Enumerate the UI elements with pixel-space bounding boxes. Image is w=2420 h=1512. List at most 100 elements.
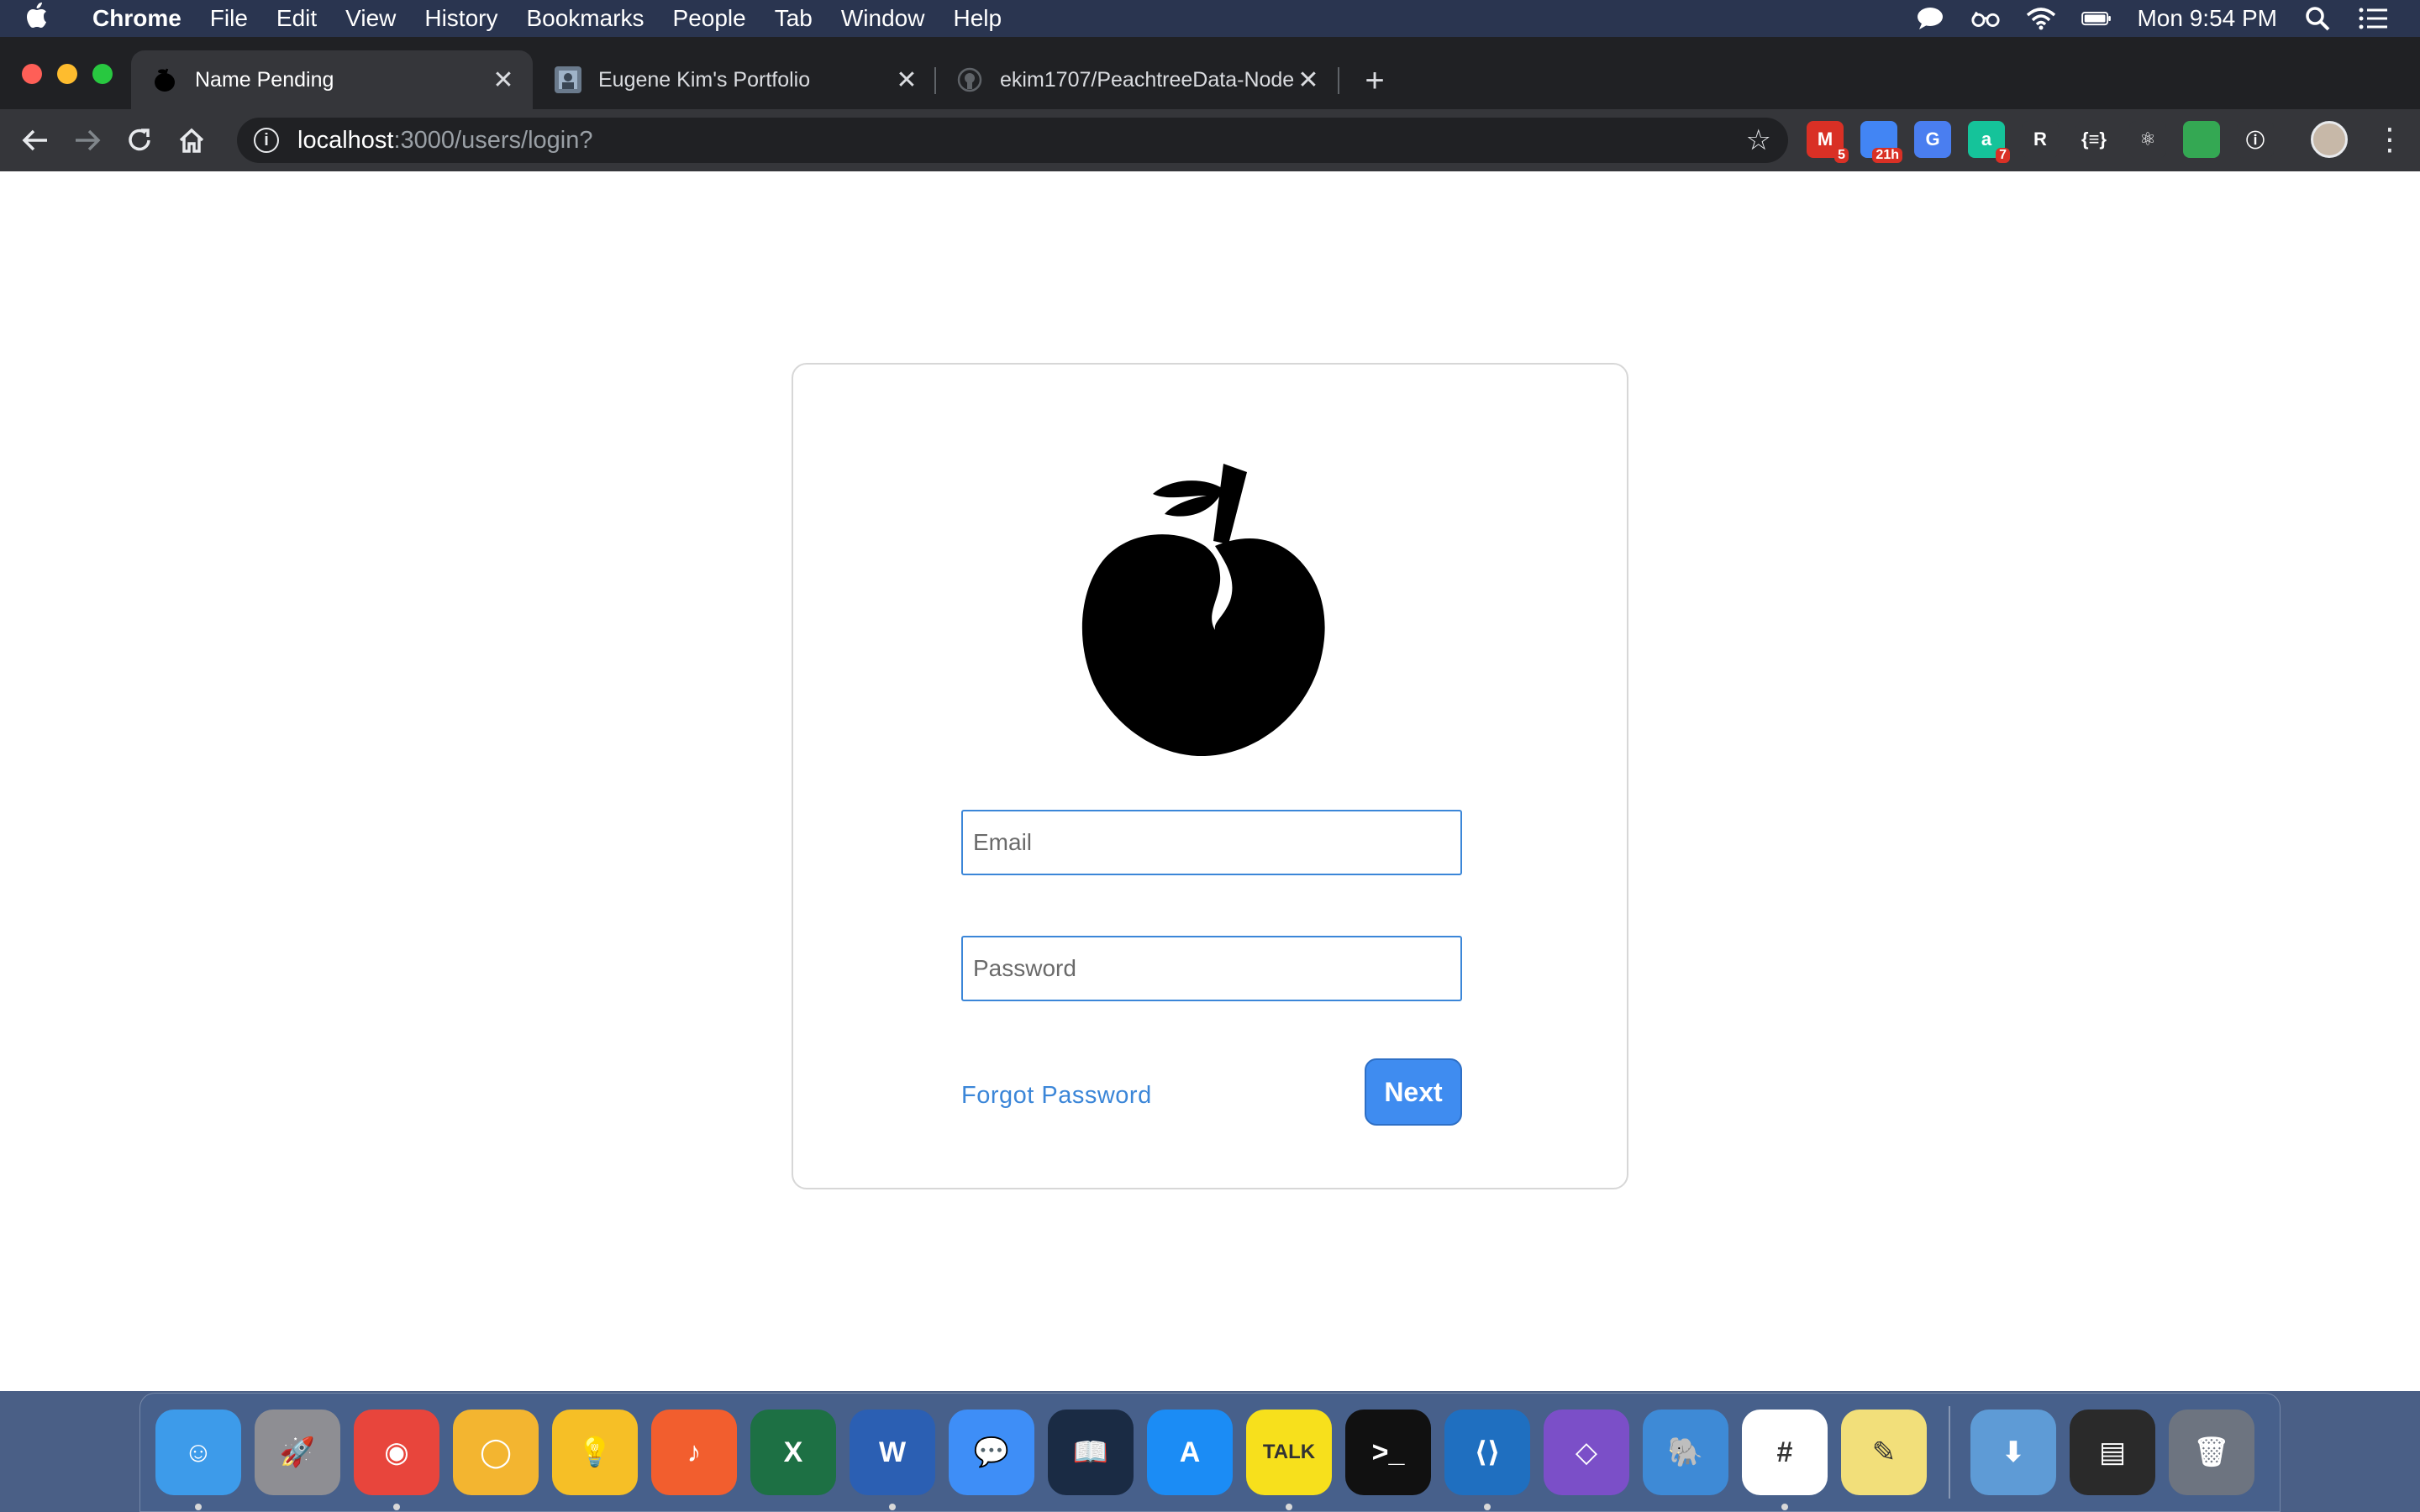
profile-avatar[interactable] xyxy=(2311,121,2348,158)
gmail-extension-icon[interactable]: M5 xyxy=(1807,121,1849,163)
portfolio-icon xyxy=(555,66,581,93)
window-controls xyxy=(22,64,113,84)
apple-menu-icon[interactable] xyxy=(25,2,72,35)
dock-keep-icon[interactable]: 💡 xyxy=(552,1410,638,1495)
tab-title: ekim1707/PeachtreeData-Node xyxy=(1000,67,1295,92)
site-info-icon[interactable]: i xyxy=(254,128,279,153)
dock-kindle-icon[interactable]: 📖 xyxy=(1048,1410,1134,1495)
calendar-extension-icon[interactable]: 21h xyxy=(1860,121,1902,163)
window-close-button[interactable] xyxy=(22,64,42,84)
menu-help[interactable]: Help xyxy=(953,5,1002,32)
extension-badge: 7 xyxy=(1996,148,2010,163)
r-extension-icon[interactable]: R xyxy=(2022,121,2059,158)
reload-icon[interactable] xyxy=(123,123,156,157)
extension-badge: 21h xyxy=(1872,148,1902,163)
dock-visual-studio-icon[interactable]: ◇ xyxy=(1544,1410,1629,1495)
menu-clock[interactable]: Mon 9:54 PM xyxy=(2137,5,2277,32)
wifi-icon[interactable] xyxy=(2026,7,2056,30)
browser-toolbar: i localhost :3000/users/login? ☆ M 5 21h Ga… xyxy=(0,109,2420,171)
react-devtools-extension-icon[interactable]: ⚛ xyxy=(2129,121,2166,158)
forgot-password-link[interactable]: Forgot Password xyxy=(961,1082,1152,1110)
lastpass-extension-icon[interactable]: ⓘ xyxy=(2237,121,2274,158)
home-icon[interactable] xyxy=(175,123,208,157)
dock-trash-icon[interactable]: 🗑 xyxy=(2169,1410,2254,1495)
menu-file[interactable]: File xyxy=(210,5,248,32)
url-host: localhost xyxy=(297,126,394,154)
glasses-icon[interactable] xyxy=(1970,7,2001,30)
dock-app-store-icon[interactable]: A xyxy=(1147,1410,1233,1495)
page-content: Forgot Password Next xyxy=(0,171,2420,1391)
dock-terminal-icon[interactable]: >_ xyxy=(1345,1410,1431,1495)
password-field[interactable] xyxy=(961,936,1462,1001)
dock-chrome-canary-icon[interactable]: ◯ xyxy=(453,1410,539,1495)
menu-bookmarks[interactable]: Bookmarks xyxy=(526,5,644,32)
dock-music-icon[interactable]: ♪ xyxy=(651,1410,737,1495)
login-card: Forgot Password Next xyxy=(792,363,1628,1189)
tab-github[interactable]: ekim1707/PeachtreeData-Node ✕ xyxy=(936,50,1338,109)
dock: ☺ 🚀 ◉ ◯ 💡 ♪ X W 💬 📖 A TALK >_ ⟨⟩ ◇ 🐘 # ✎ ⬇ ▤ 🗑 xyxy=(139,1393,2281,1512)
tab-portfolio[interactable]: Eugene Kim's Portfolio ✕ xyxy=(534,50,936,109)
window-minimize-button[interactable] xyxy=(57,64,77,84)
dock-launchpad-icon[interactable]: 🚀 xyxy=(255,1410,340,1495)
notification-center-icon[interactable] xyxy=(2358,7,2388,30)
dock-messages-icon[interactable]: 💬 xyxy=(949,1410,1034,1495)
url-path: :3000/users/login? xyxy=(393,126,593,154)
translate-extension-icon[interactable]: G xyxy=(1914,121,1951,158)
dock-slack-icon[interactable]: # xyxy=(1742,1410,1828,1510)
json-extension-icon[interactable]: {≡} xyxy=(2075,121,2112,158)
menu-app-name[interactable]: Chrome xyxy=(92,5,182,32)
tab-close-icon[interactable]: ✕ xyxy=(1296,66,1321,95)
battery-icon[interactable] xyxy=(2081,7,2112,30)
apple-icon xyxy=(151,66,178,93)
green-dot-extension-icon[interactable] xyxy=(2183,121,2220,158)
menu-people[interactable]: People xyxy=(673,5,746,32)
menu-view[interactable]: View xyxy=(345,5,396,32)
menu-window[interactable]: Window xyxy=(841,5,925,32)
dock-vscode-icon[interactable]: ⟨⟩ xyxy=(1444,1410,1530,1510)
extensions-bar: M 5 21h Ga 7 R {≡} ⚛ ⓘ xyxy=(1807,121,2274,163)
dock-stickies-icon[interactable]: ✎ xyxy=(1841,1410,1927,1495)
running-indicator xyxy=(1484,1504,1491,1510)
running-indicator xyxy=(889,1504,896,1510)
dock-window-preview-icon[interactable]: ▤ xyxy=(2070,1410,2155,1495)
window-zoom-button[interactable] xyxy=(92,64,113,84)
dock-finder-icon[interactable]: ☺ xyxy=(155,1410,241,1510)
github-icon xyxy=(956,66,983,93)
running-indicator xyxy=(195,1504,202,1510)
tab-strip: Name Pending ✕ Eugene Kim's Portfolio ✕ … xyxy=(0,37,2420,109)
forward-arrow-icon[interactable] xyxy=(71,123,104,157)
dock-word-icon[interactable]: W xyxy=(850,1410,935,1510)
running-indicator xyxy=(393,1504,400,1510)
messages-icon[interactable] xyxy=(1915,7,1945,30)
chrome-menu-icon[interactable]: ⋮ xyxy=(2375,121,2405,158)
new-tab-button[interactable]: + xyxy=(1356,64,1393,97)
address-bar[interactable]: i localhost :3000/users/login? ☆ xyxy=(237,118,1788,163)
dock-chrome-icon[interactable]: ◉ xyxy=(354,1410,439,1510)
menu-history[interactable]: History xyxy=(424,5,497,32)
menu-edit[interactable]: Edit xyxy=(276,5,317,32)
tab-close-icon[interactable]: ✕ xyxy=(491,66,516,95)
back-arrow-icon[interactable] xyxy=(18,123,52,157)
dock-downloads-folder-icon[interactable]: ⬇ xyxy=(1970,1410,2056,1495)
menu-bar: Chrome File Edit View History Bookmarks … xyxy=(0,0,2420,37)
dock-tableplus-icon[interactable]: 🐘 xyxy=(1643,1410,1728,1495)
tab-title: Eugene Kim's Portfolio xyxy=(598,67,811,92)
tab-name-pending[interactable]: Name Pending ✕ xyxy=(131,50,533,109)
spotlight-icon[interactable] xyxy=(2302,7,2333,31)
tab-title: Name Pending xyxy=(195,67,334,92)
running-indicator xyxy=(1286,1504,1292,1510)
dock-kakaotalk-icon[interactable]: TALK xyxy=(1246,1410,1332,1510)
menu-tab[interactable]: Tab xyxy=(775,5,813,32)
dock-separator xyxy=(1949,1406,1950,1499)
apple-logo-icon xyxy=(1081,464,1325,756)
bookmark-star-icon[interactable]: ☆ xyxy=(1746,123,1771,157)
email-field[interactable] xyxy=(961,810,1462,875)
extension-badge: 5 xyxy=(1834,148,1849,163)
grammarly-extension-icon[interactable]: a7 xyxy=(1968,121,2010,163)
running-indicator xyxy=(1781,1504,1788,1510)
dock-excel-icon[interactable]: X xyxy=(750,1410,836,1495)
menu-extras: Mon 9:54 PM xyxy=(1915,5,2388,32)
next-button[interactable]: Next xyxy=(1365,1058,1462,1126)
tab-close-icon[interactable]: ✕ xyxy=(894,66,919,95)
tab-separator xyxy=(1338,67,1339,94)
